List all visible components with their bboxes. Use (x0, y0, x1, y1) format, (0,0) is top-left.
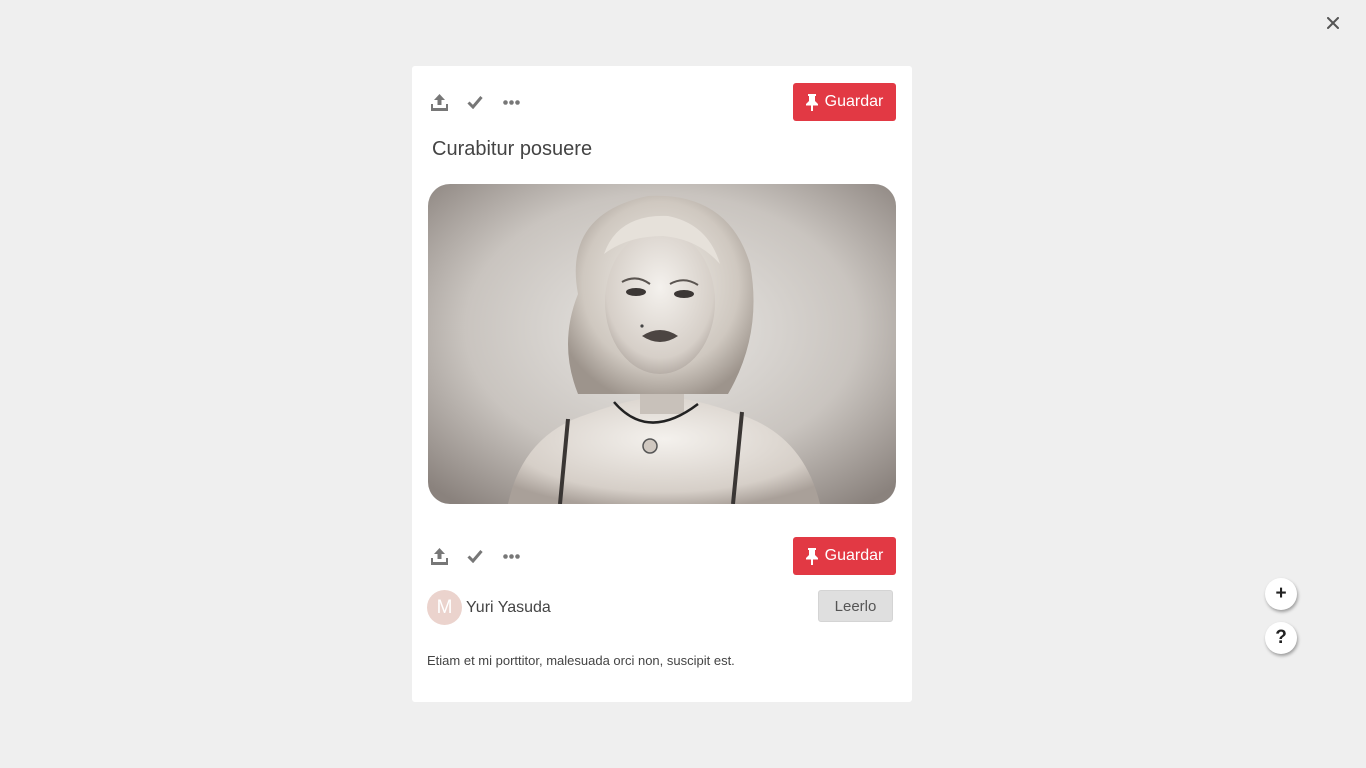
save-button-bottom[interactable]: Guardar (793, 537, 896, 575)
help-button[interactable]: ? (1265, 622, 1297, 654)
more-icon[interactable] (502, 93, 520, 111)
question-icon: ? (1275, 627, 1287, 648)
author-name[interactable]: Yuri Yasuda (466, 599, 551, 617)
check-icon[interactable] (466, 93, 484, 111)
bottom-toolbar: Guardar (428, 537, 896, 575)
more-icon[interactable] (502, 547, 520, 565)
save-button[interactable]: Guardar (793, 83, 896, 121)
pin-card: Guardar Curabitur posuere Guardar M Yuri… (412, 66, 912, 702)
share-icon[interactable] (430, 93, 448, 111)
close-modal-button[interactable] (1322, 12, 1344, 34)
pin-icon (805, 547, 818, 565)
plus-icon: + (1275, 583, 1287, 604)
top-toolbar: Guardar (428, 83, 896, 121)
close-icon (1327, 17, 1339, 29)
add-button[interactable]: + (1265, 578, 1297, 610)
author-info[interactable]: M Yuri Yasuda (427, 590, 551, 625)
save-button-label: Guardar (824, 547, 884, 564)
pin-image[interactable] (428, 184, 896, 504)
save-button-label: Guardar (824, 93, 884, 110)
share-icon[interactable] (430, 547, 448, 565)
pin-icon (805, 93, 818, 111)
pin-description: Etiam et mi porttitor, malesuada orci no… (427, 653, 735, 668)
read-button[interactable]: Leerlo (818, 590, 893, 622)
check-icon[interactable] (466, 547, 484, 565)
avatar: M (427, 590, 462, 625)
pin-title: Curabitur posuere (432, 138, 593, 160)
